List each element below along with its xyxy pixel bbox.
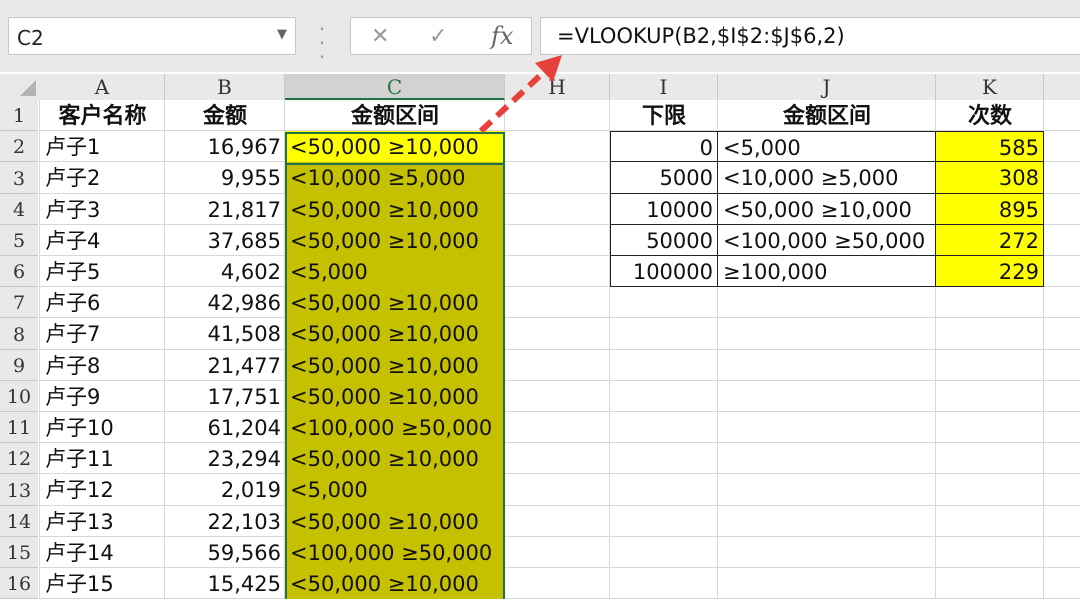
dashed-arrow-icon bbox=[478, 55, 562, 134]
